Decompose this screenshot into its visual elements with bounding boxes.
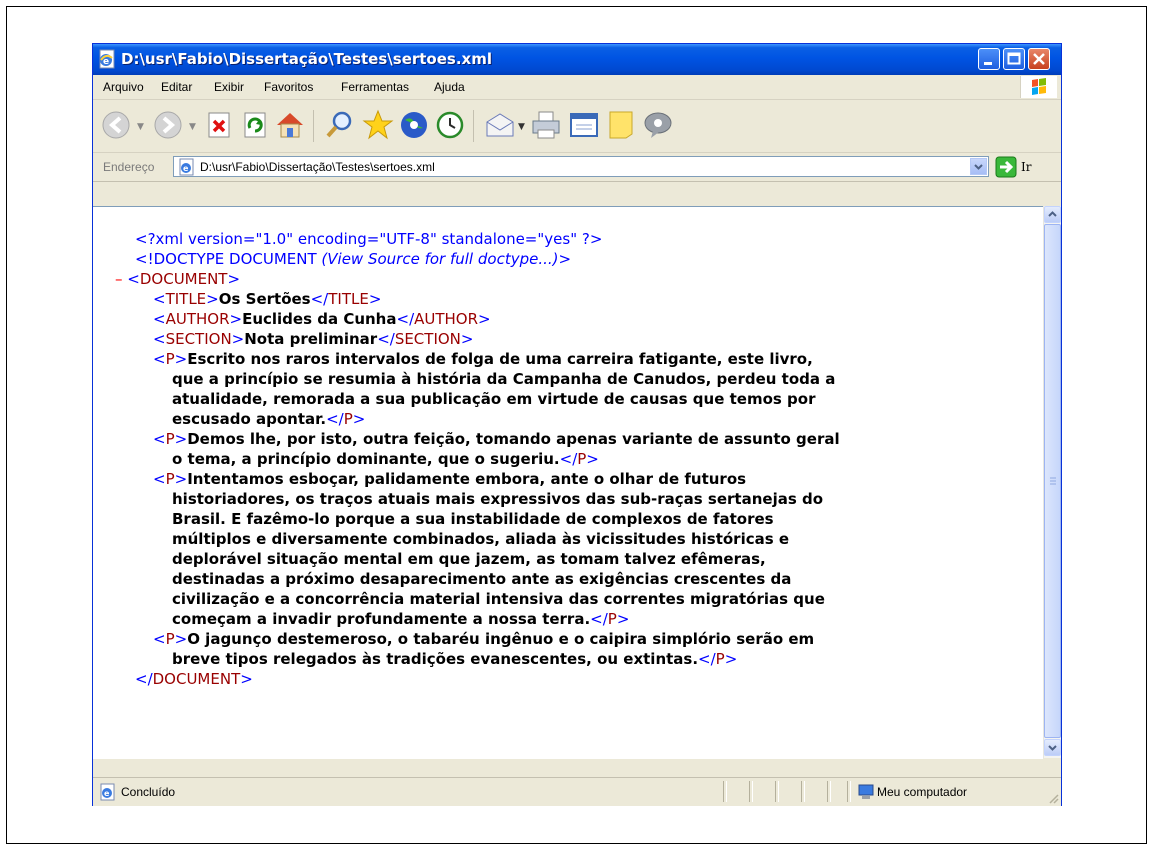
svg-text:e: e bbox=[183, 164, 189, 173]
status-text: Concluído bbox=[121, 785, 176, 799]
title-element: <TITLE>Os Sertões</TITLE> bbox=[153, 290, 382, 308]
ie-page-icon: e bbox=[99, 49, 115, 69]
svg-text:e: e bbox=[104, 789, 110, 798]
author-element: <AUTHOR>Euclides da Cunha</AUTHOR> bbox=[153, 310, 491, 328]
paragraph-3: <P>Intentamos esboçar, palidamente embor… bbox=[153, 470, 747, 488]
paragraph-1-line: que a princípio se resumia à história da… bbox=[172, 370, 836, 388]
xml-doctype: <!DOCTYPE DOCUMENT (View Source for full… bbox=[135, 250, 572, 268]
paragraph-3-line: múltiplos e diversamente combinados, ali… bbox=[172, 530, 790, 548]
ie-page-icon: e bbox=[100, 783, 115, 801]
paragraph-1-line: atualidade, remorada a sua publicação em… bbox=[172, 390, 816, 408]
paragraph-2: <P>Demos lhe, por isto, outra feição, to… bbox=[153, 430, 840, 448]
chevron-down-icon bbox=[974, 164, 983, 170]
menu-arquivo[interactable]: Arquivo bbox=[103, 80, 144, 94]
minimize-button[interactable] bbox=[978, 48, 1000, 70]
scroll-down-button[interactable] bbox=[1044, 739, 1061, 756]
ie-page-icon: e bbox=[179, 158, 194, 176]
mail-icon[interactable] bbox=[483, 108, 517, 142]
close-button[interactable] bbox=[1028, 48, 1050, 70]
messenger-icon[interactable] bbox=[641, 108, 675, 142]
windows-logo bbox=[1020, 76, 1057, 98]
go-label[interactable]: Ir bbox=[1021, 160, 1031, 174]
address-value: D:\usr\Fabio\Dissertação\Testes\sertoes.… bbox=[200, 160, 435, 174]
menu-bar: Arquivo Editar Exibir Favoritos Ferramen… bbox=[93, 75, 1061, 100]
paragraph-3-line: começam a invadir profundamente a nossa … bbox=[172, 610, 630, 628]
maximize-button[interactable] bbox=[1003, 48, 1025, 70]
forward-dropdown-icon[interactable]: ▼ bbox=[189, 122, 196, 132]
menu-favoritos[interactable]: Favoritos bbox=[264, 80, 313, 94]
address-dropdown-button[interactable] bbox=[970, 158, 987, 175]
discuss-icon[interactable] bbox=[605, 108, 639, 142]
media-icon[interactable] bbox=[397, 108, 431, 142]
status-separator bbox=[775, 781, 779, 802]
history-icon[interactable] bbox=[433, 108, 467, 142]
back-icon[interactable] bbox=[101, 108, 135, 142]
menu-ferramentas[interactable]: Ferramentas bbox=[341, 80, 409, 94]
forward-icon[interactable] bbox=[153, 108, 187, 142]
scroll-up-button[interactable] bbox=[1044, 206, 1061, 223]
menu-editar[interactable]: Editar bbox=[161, 80, 192, 94]
section-element: <SECTION>Nota preliminar</SECTION> bbox=[153, 330, 474, 348]
resize-grip-icon[interactable] bbox=[1047, 792, 1059, 804]
back-dropdown-icon[interactable]: ▼ bbox=[137, 122, 144, 132]
paragraph-1-line: escusado apontar.</P> bbox=[172, 410, 366, 428]
paragraph-3-line: Brasil. E fazêmo-lo porque a sua instabi… bbox=[172, 510, 774, 528]
zone-text: Meu computador bbox=[877, 785, 968, 799]
status-separator bbox=[801, 781, 805, 802]
scroll-thumb[interactable] bbox=[1044, 224, 1061, 738]
paragraph-3-line: deplorável situação mental em que jazem,… bbox=[172, 550, 766, 568]
print-icon[interactable] bbox=[529, 108, 563, 142]
address-input[interactable]: e D:\usr\Fabio\Dissertação\Testes\sertoe… bbox=[173, 156, 989, 177]
paragraph-4-line: breve tipos relegados às tradições evane… bbox=[172, 650, 738, 668]
status-separator bbox=[827, 781, 831, 802]
paragraph-3-line: historiadores, os traços atuais mais exp… bbox=[172, 490, 824, 508]
go-button[interactable] bbox=[995, 156, 1017, 178]
refresh-icon[interactable] bbox=[239, 108, 273, 142]
xml-viewer: <?xml version="1.0" encoding="UTF-8" sta… bbox=[93, 206, 1043, 759]
paragraph-4: <P>O jagunço destemeroso, o tabaréu ingê… bbox=[153, 630, 815, 648]
grip-icon bbox=[1050, 477, 1056, 485]
mail-dropdown-icon[interactable]: ▼ bbox=[518, 122, 525, 132]
address-label: Endereço bbox=[103, 160, 155, 174]
paragraph-1: <P>Escrito nos raros intervalos de folga… bbox=[153, 350, 813, 368]
status-separator bbox=[723, 781, 727, 802]
paragraph-3-line: destinadas a próximo desaparecimento ant… bbox=[172, 570, 792, 588]
status-bar: e Concluído Meu computador bbox=[93, 777, 1061, 806]
toolbar-separator bbox=[313, 110, 314, 142]
chevron-down-icon bbox=[1048, 745, 1057, 751]
document-close-tag: </DOCUMENT> bbox=[135, 670, 253, 688]
menu-exibir[interactable]: Exibir bbox=[214, 80, 244, 94]
toolbar: ▼ ▼ ▼ bbox=[93, 100, 1061, 153]
xml-declaration: <?xml version="1.0" encoding="UTF-8" sta… bbox=[135, 230, 603, 248]
document-open-tag[interactable]: – <DOCUMENT> bbox=[115, 269, 240, 289]
vertical-scrollbar[interactable] bbox=[1043, 206, 1061, 758]
paragraph-3-line: civilização e a concorrência material in… bbox=[172, 590, 825, 608]
svg-text:e: e bbox=[103, 57, 109, 67]
edit-icon[interactable] bbox=[567, 108, 601, 142]
collapse-toggle[interactable]: – bbox=[115, 270, 123, 288]
home-icon[interactable] bbox=[273, 108, 307, 142]
toolbar-separator bbox=[473, 110, 474, 142]
status-separator bbox=[749, 781, 753, 802]
stop-icon[interactable] bbox=[203, 108, 237, 142]
browser-window: e D:\usr\Fabio\Dissertação\Testes\sertoe… bbox=[92, 43, 1062, 806]
search-icon[interactable] bbox=[323, 108, 357, 142]
address-bar: Endereço e D:\usr\Fabio\Dissertação\Test… bbox=[93, 153, 1061, 182]
maximize-icon bbox=[1007, 52, 1021, 65]
status-separator bbox=[847, 781, 851, 802]
chevron-up-icon bbox=[1048, 211, 1057, 217]
favorites-icon[interactable] bbox=[361, 108, 395, 142]
windows-flag-icon bbox=[1032, 78, 1046, 95]
close-icon bbox=[1033, 53, 1045, 65]
paragraph-2-line: o tema, a princípio dominante, que o sug… bbox=[172, 450, 599, 468]
computer-icon bbox=[858, 784, 874, 799]
minimize-icon bbox=[984, 62, 992, 65]
title-bar[interactable]: e D:\usr\Fabio\Dissertação\Testes\sertoe… bbox=[93, 44, 1061, 75]
window-title: D:\usr\Fabio\Dissertação\Testes\sertoes.… bbox=[121, 50, 492, 68]
menu-ajuda[interactable]: Ajuda bbox=[434, 80, 465, 94]
